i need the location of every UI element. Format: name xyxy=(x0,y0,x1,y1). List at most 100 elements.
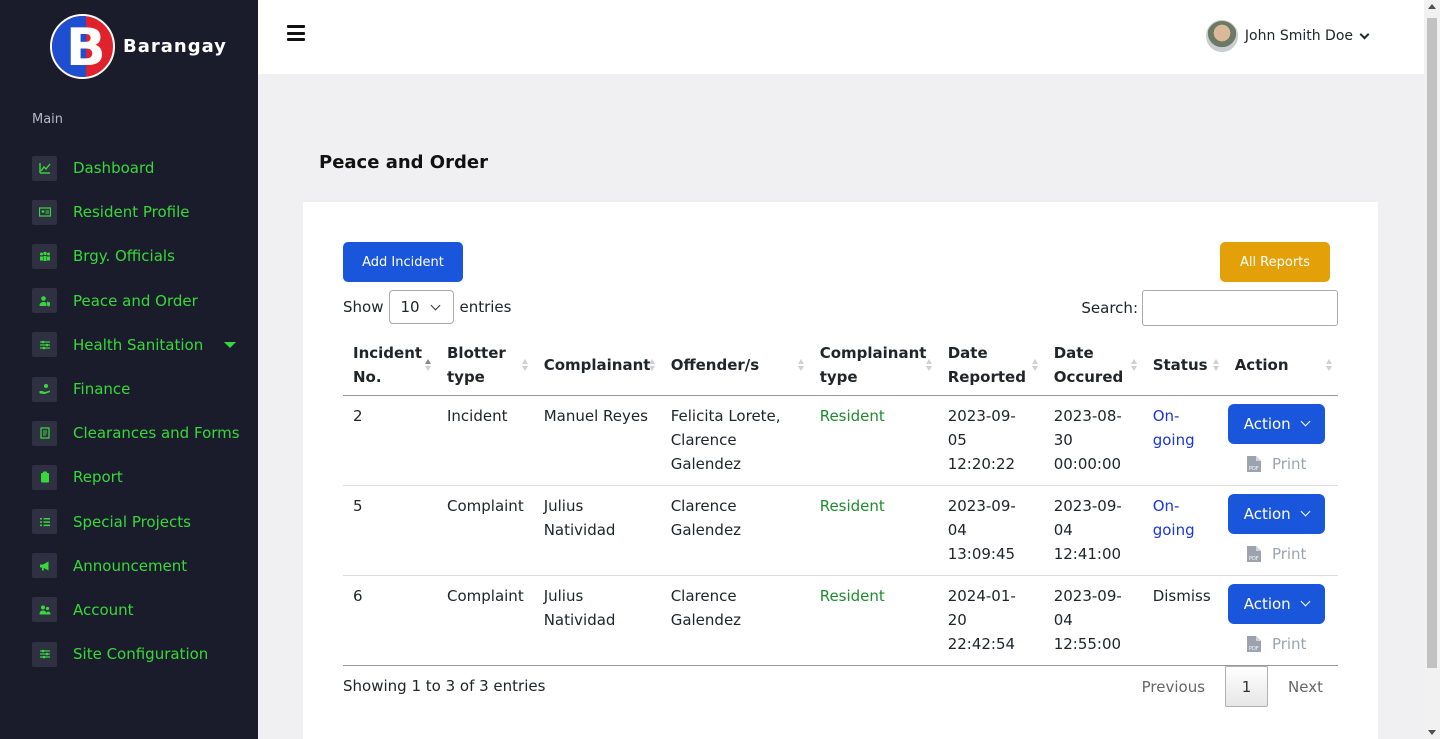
cell-action: Action PDF Print xyxy=(1224,485,1338,576)
entries-select[interactable]: 10 xyxy=(389,290,455,324)
column-header-status[interactable]: Status xyxy=(1142,336,1225,396)
cell-date-reported: 2023-09-04 13:09:45 xyxy=(937,485,1044,576)
search-input[interactable] xyxy=(1142,290,1338,326)
sidebar-item-label: Resident Profile xyxy=(73,203,190,222)
sort-icon xyxy=(925,359,932,372)
cell-status: On-going xyxy=(1142,485,1225,576)
cell-complainant-type: Resident xyxy=(809,395,938,486)
chevron-down-icon xyxy=(1300,596,1311,607)
sidebar-item-peace-and-order[interactable]: Peace and Order xyxy=(32,279,242,323)
cell-offenders: Clarence Galendez xyxy=(660,575,810,666)
column-header-complainant-type[interactable]: Complainant type xyxy=(809,336,938,396)
table-row: 5 Complaint Julius Natividad Clarence Ga… xyxy=(343,485,1338,576)
sliders-icon xyxy=(32,641,57,667)
list-icon xyxy=(32,509,57,535)
sidebar-item-label: Site Configuration xyxy=(73,645,209,664)
sidebar-item-label: Report xyxy=(73,468,123,487)
sort-icon xyxy=(1212,359,1219,372)
cell-complainant: Manuel Reyes xyxy=(533,395,661,486)
entries-label: entries xyxy=(459,298,512,316)
chevron-down-icon xyxy=(431,300,441,311)
sidebar-item-label: Peace and Order xyxy=(73,291,198,310)
sidebar-item-brgy-officials[interactable]: Brgy. Officials xyxy=(32,234,242,278)
page-scrollbar[interactable] xyxy=(1424,0,1440,739)
cell-date-reported: 2024-01-20 22:42:54 xyxy=(937,575,1044,666)
id-card-icon xyxy=(32,199,57,225)
entries-select-value: 10 xyxy=(400,298,420,316)
cell-blotter-type: Complaint xyxy=(437,485,534,576)
avatar xyxy=(1205,20,1238,52)
svg-text:PDF: PDF xyxy=(1249,466,1259,472)
print-link[interactable]: PDF Print xyxy=(1228,542,1325,566)
next-page-button[interactable]: Next xyxy=(1288,678,1323,696)
cell-date-occured: 2023-08-30 00:00:00 xyxy=(1043,395,1143,486)
sort-icon xyxy=(797,359,804,372)
pdf-file-icon: PDF xyxy=(1246,545,1261,562)
cell-complainant: Julius Natividad xyxy=(533,575,661,666)
show-label: Show xyxy=(343,298,384,316)
action-dropdown-button[interactable]: Action xyxy=(1227,583,1325,624)
sort-icon xyxy=(1130,359,1137,372)
print-link[interactable]: PDF Print xyxy=(1228,452,1325,476)
cell-incident-no: 5 xyxy=(343,485,437,576)
action-dropdown-button[interactable]: Action xyxy=(1227,493,1325,534)
page-button-current[interactable]: 1 xyxy=(1225,666,1269,707)
user-group-icon xyxy=(32,597,57,623)
sidebar-item-site-configuration[interactable]: Site Configuration xyxy=(32,632,242,676)
cell-complainant-type: Resident xyxy=(809,485,938,576)
chevron-down-icon xyxy=(1300,506,1311,517)
sidebar-item-account[interactable]: Account xyxy=(32,588,242,632)
pagination: Previous 1 Next xyxy=(1142,666,1338,707)
add-incident-button[interactable]: Add Incident xyxy=(343,242,463,282)
column-header-complainant[interactable]: Complainant xyxy=(533,336,661,396)
column-header-action[interactable]: Action xyxy=(1224,336,1338,396)
previous-page-button[interactable]: Previous xyxy=(1142,678,1205,696)
scroll-up-arrow-icon[interactable] xyxy=(1428,4,1436,9)
svg-text:PDF: PDF xyxy=(1249,556,1259,562)
table-info: Showing 1 to 3 of 3 entries xyxy=(343,677,546,695)
sidebar-item-finance[interactable]: Finance xyxy=(32,367,242,411)
sidebar-item-announcement[interactable]: Announcement xyxy=(32,544,242,588)
cell-blotter-type: Complaint xyxy=(437,575,534,666)
column-header-blotter-type[interactable]: Blotter type xyxy=(437,336,534,396)
sidebar-item-dashboard[interactable]: Dashboard xyxy=(32,146,242,190)
sidebar-item-clearances-and-forms[interactable]: Clearances and Forms xyxy=(32,411,242,455)
sort-icon xyxy=(521,359,528,372)
caret-down-icon[interactable] xyxy=(224,341,236,348)
user-menu[interactable]: John Smith Doe xyxy=(1205,20,1370,52)
chart-line-icon xyxy=(32,155,57,181)
sort-icon xyxy=(1326,359,1332,372)
cell-action: Action PDF Print xyxy=(1224,575,1338,666)
sidebar-item-resident-profile[interactable]: Resident Profile xyxy=(32,190,242,234)
brand[interactable]: B Barangay xyxy=(50,14,227,79)
barangay-logo: B xyxy=(50,14,115,79)
hamburger-menu-icon[interactable] xyxy=(287,25,305,41)
print-link[interactable]: PDF Print xyxy=(1228,632,1325,656)
column-header-incident-no[interactable]: Incident No. xyxy=(343,336,437,396)
clipboard-icon xyxy=(32,464,57,490)
sidebar-item-label: Clearances and Forms xyxy=(73,424,240,443)
cell-date-reported: 2023-09-05 12:20:22 xyxy=(937,395,1044,486)
file-icon xyxy=(32,420,57,446)
sidebar-item-special-projects[interactable]: Special Projects xyxy=(32,500,242,544)
column-header-offenders[interactable]: Offender/s xyxy=(660,336,810,396)
column-header-date-reported[interactable]: Date Reported xyxy=(937,336,1044,396)
column-header-date-occured[interactable]: Date Occured xyxy=(1043,336,1143,396)
topbar: John Smith Doe xyxy=(258,0,1424,74)
cell-incident-no: 6 xyxy=(343,575,437,666)
page-title: Peace and Order xyxy=(319,152,488,173)
search-control: Search: xyxy=(1081,290,1338,326)
sidebar-item-report[interactable]: Report xyxy=(32,455,242,499)
all-reports-button[interactable]: All Reports xyxy=(1220,242,1330,282)
scroll-down-arrow-icon[interactable] xyxy=(1428,730,1436,735)
users-icon xyxy=(32,243,57,269)
user-name: John Smith Doe xyxy=(1244,28,1353,44)
scroll-thumb[interactable] xyxy=(1427,18,1437,668)
cell-status: On-going xyxy=(1142,395,1225,486)
sidebar: B Barangay Main Dashboard Resident Profi… xyxy=(0,0,258,739)
action-dropdown-button[interactable]: Action xyxy=(1227,403,1325,444)
pdf-file-icon: PDF xyxy=(1246,635,1261,652)
cell-action: Action PDF Print xyxy=(1224,395,1338,486)
cell-offenders: Felicita Lorete, Clarence Galendez xyxy=(660,395,810,486)
sidebar-item-health-sanitation[interactable]: Health Sanitation xyxy=(32,323,242,367)
